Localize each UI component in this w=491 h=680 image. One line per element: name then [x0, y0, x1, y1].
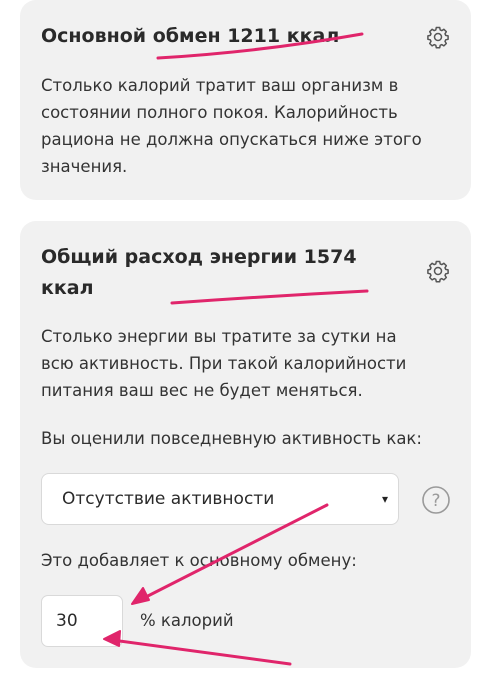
gear-icon-svg [427, 26, 449, 49]
adds-label: Это добавляет к основному обмену: [41, 551, 357, 570]
percent-input-value: 30 [56, 611, 78, 631]
total-description: Столько энергии вы тратите за сутки на в… [41, 323, 406, 404]
basal-description: Столько калорий тратит ваш организм в со… [41, 72, 422, 180]
question-circle-icon[interactable]: ? [421, 485, 451, 515]
gear-icon[interactable] [426, 259, 450, 283]
total-title: Общий расход энергии 1574 ккал [41, 242, 357, 304]
gear-icon[interactable] [426, 25, 450, 49]
activity-select-value: Отсутствие активности [62, 489, 275, 509]
total-title-line: Общий расход энергии 1574 [41, 246, 357, 268]
activity-prompt: Вы оценили повседневную активность как: [41, 429, 422, 448]
total-description-line: питания ваш вес не будет меняться. [41, 381, 363, 400]
help-glyph: ? [431, 491, 440, 511]
total-description-line: Столько энергии вы тратите за сутки на [41, 327, 397, 346]
activity-select[interactable]: Отсутствие активности ▾ [41, 473, 399, 525]
gear-icon-svg [427, 260, 449, 283]
basal-description-line: состоянии полного покоя. Калорийность [41, 103, 398, 122]
basal-description-line: значения. [41, 157, 128, 176]
basal-title: Основной обмен 1211 ккал [41, 25, 340, 47]
total-title-line: ккал [41, 277, 94, 299]
percent-unit-label: % калорий [140, 611, 234, 630]
chevron-down-icon: ▾ [381, 492, 388, 506]
percent-input[interactable]: 30 [41, 595, 123, 647]
basal-description-line: рациона не должна опускаться ниже этого [41, 130, 422, 149]
basal-description-line: Столько калорий тратит ваш организм в [41, 76, 399, 95]
total-description-line: всю активность. При такой калорийности [41, 354, 407, 373]
question-circle-svg: ? [422, 486, 450, 514]
